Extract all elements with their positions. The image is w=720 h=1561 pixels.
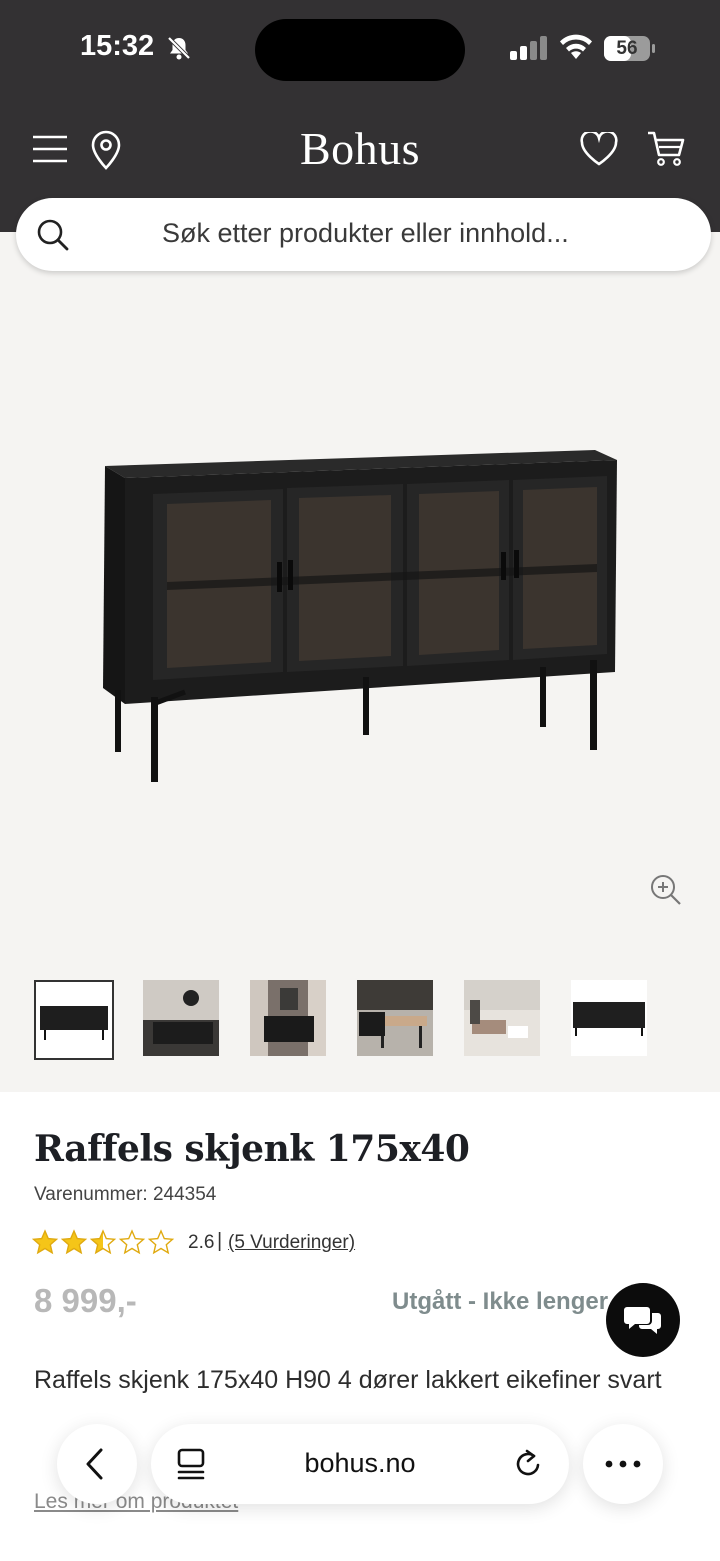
thumbnail-5[interactable] [464, 980, 540, 1056]
search-icon[interactable] [36, 218, 70, 252]
reviews-link[interactable]: (5 Vurderinger) [228, 1232, 355, 1254]
rating-value: 2.6 [188, 1232, 215, 1253]
search-bar[interactable]: Søk etter produkter eller innhold... [16, 198, 711, 271]
thumbnail-2[interactable] [143, 980, 219, 1056]
product-description: Raffels skjenk 175x40 H90 4 dører lakker… [34, 1366, 662, 1394]
product-title: Raffels skjenk 175x40 [34, 1128, 470, 1170]
chat-bubbles-icon [624, 1307, 661, 1334]
product-price: 8 999,- [34, 1282, 137, 1319]
more-dots-icon [605, 1460, 641, 1468]
url-text[interactable]: bohus.no [151, 1448, 569, 1479]
thumbnail-1[interactable] [34, 980, 114, 1060]
zoom-in-icon[interactable] [650, 874, 682, 906]
address-bar[interactable]: bohus.no [151, 1424, 569, 1504]
bohus-logo[interactable]: Bohus [0, 122, 720, 175]
thumbnail-4[interactable] [357, 980, 433, 1056]
status-bar: 15:32 56 [0, 0, 720, 100]
wifi-icon [560, 34, 592, 59]
more-options-button[interactable] [583, 1424, 663, 1504]
battery-indicator: 56 [604, 36, 656, 61]
search-input[interactable]: Søk etter produkter eller innhold... [162, 218, 569, 249]
battery-level: 56 [616, 38, 638, 59]
status-time: 15:32 [80, 30, 155, 62]
thumbnail-3[interactable] [250, 980, 326, 1056]
browser-toolbar: bohus.no [0, 1420, 720, 1510]
reload-icon[interactable] [512, 1448, 544, 1480]
chevron-left-icon [86, 1448, 103, 1480]
product-sku: Varenummer: 244354 [34, 1184, 217, 1205]
dynamic-island [255, 19, 465, 81]
thumbnail-6[interactable] [571, 980, 647, 1056]
cellular-signal-icon [510, 36, 547, 60]
product-image-gallery[interactable] [0, 232, 720, 1092]
thumbnail-strip [0, 978, 720, 1060]
rating-separator: | [217, 1230, 223, 1252]
back-button[interactable] [57, 1424, 137, 1504]
rating-stars [32, 1229, 175, 1255]
sideboard-product-image[interactable] [95, 442, 630, 787]
bell-muted-icon [167, 36, 191, 60]
chat-button[interactable] [606, 1283, 680, 1357]
